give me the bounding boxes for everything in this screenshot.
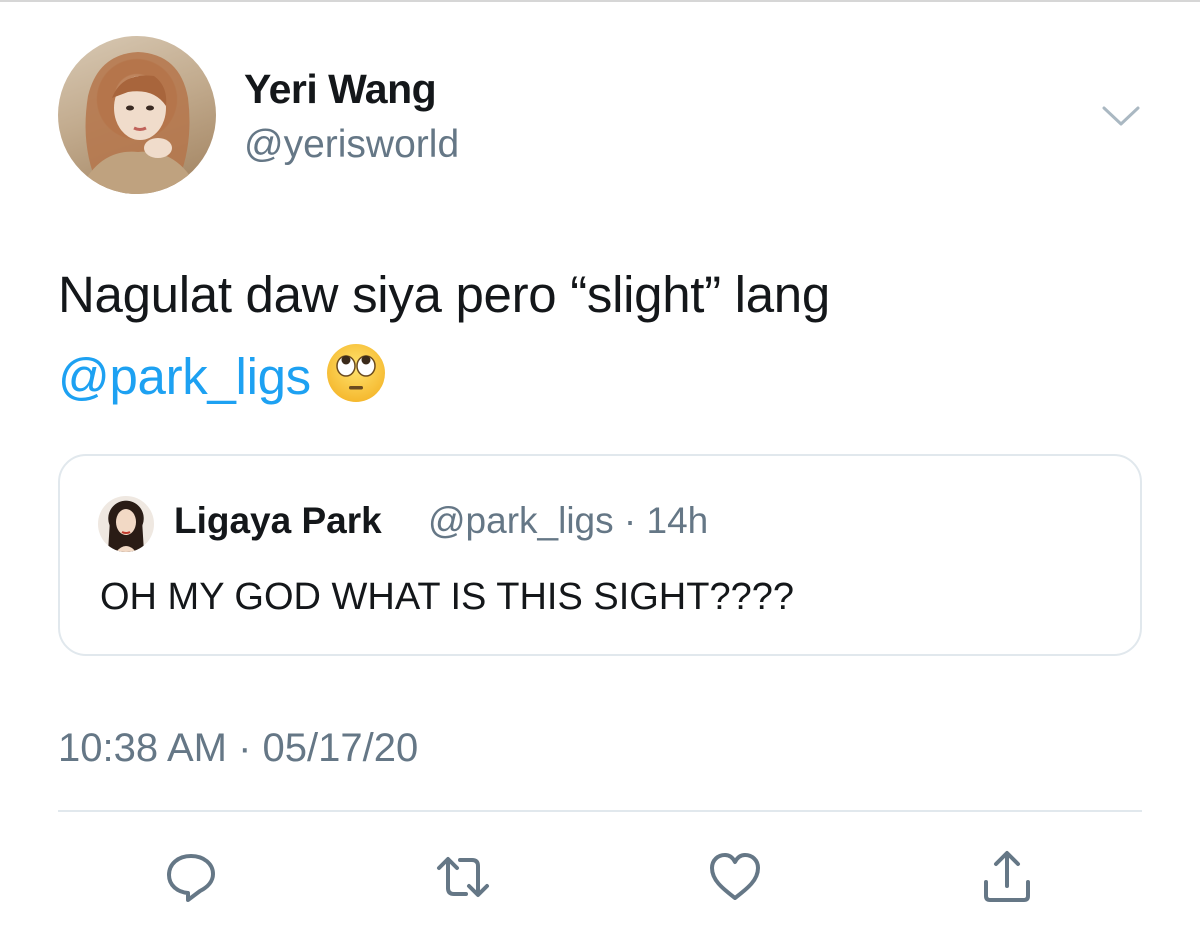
- retweet-button[interactable]: [434, 848, 492, 906]
- share-button[interactable]: [978, 848, 1036, 906]
- reply-icon: [167, 854, 215, 902]
- author-handle[interactable]: @yerisworld: [244, 123, 459, 167]
- tweet-detail-view: Yeri Wang @yerisworld Nagulat daw siya p…: [0, 0, 1200, 930]
- author-avatar[interactable]: [58, 36, 216, 194]
- tweet-timestamp[interactable]: 10:38 AM · 05/17/20: [58, 726, 418, 771]
- retweet-icon: [437, 857, 489, 897]
- quoted-author-handle[interactable]: @park_ligs: [428, 500, 614, 541]
- quoted-meta: @park_ligs · 14h: [428, 500, 708, 542]
- quoted-author-name[interactable]: Ligaya Park: [174, 500, 382, 542]
- quoted-author-avatar[interactable]: [98, 496, 154, 552]
- heart-icon: [710, 853, 760, 900]
- quoted-age: 14h: [646, 500, 709, 541]
- tweet-text-line: Nagulat daw siya pero “slight” lang: [58, 266, 830, 323]
- mention-link[interactable]: @park_ligs: [58, 348, 311, 405]
- like-button[interactable]: [706, 848, 764, 906]
- chevron-down-icon[interactable]: [1100, 100, 1142, 130]
- tweet-mention-line: @park_ligs: [58, 336, 1158, 418]
- author-name[interactable]: Yeri Wang: [244, 66, 437, 113]
- tweet-text: Nagulat daw siya pero “slight” lang @par…: [58, 254, 1158, 418]
- quoted-tweet-text: OH MY GOD WHAT IS THIS SIGHT????: [100, 576, 795, 618]
- face-with-rolling-eyes-icon: [325, 342, 387, 404]
- share-icon: [984, 851, 1030, 902]
- meta-separator: ·: [623, 500, 637, 541]
- divider: [58, 810, 1142, 812]
- reply-button[interactable]: [162, 848, 220, 906]
- top-border: [0, 0, 1200, 2]
- quoted-tweet-card[interactable]: Ligaya Park @park_ligs · 14h OH MY GOD W…: [58, 454, 1142, 656]
